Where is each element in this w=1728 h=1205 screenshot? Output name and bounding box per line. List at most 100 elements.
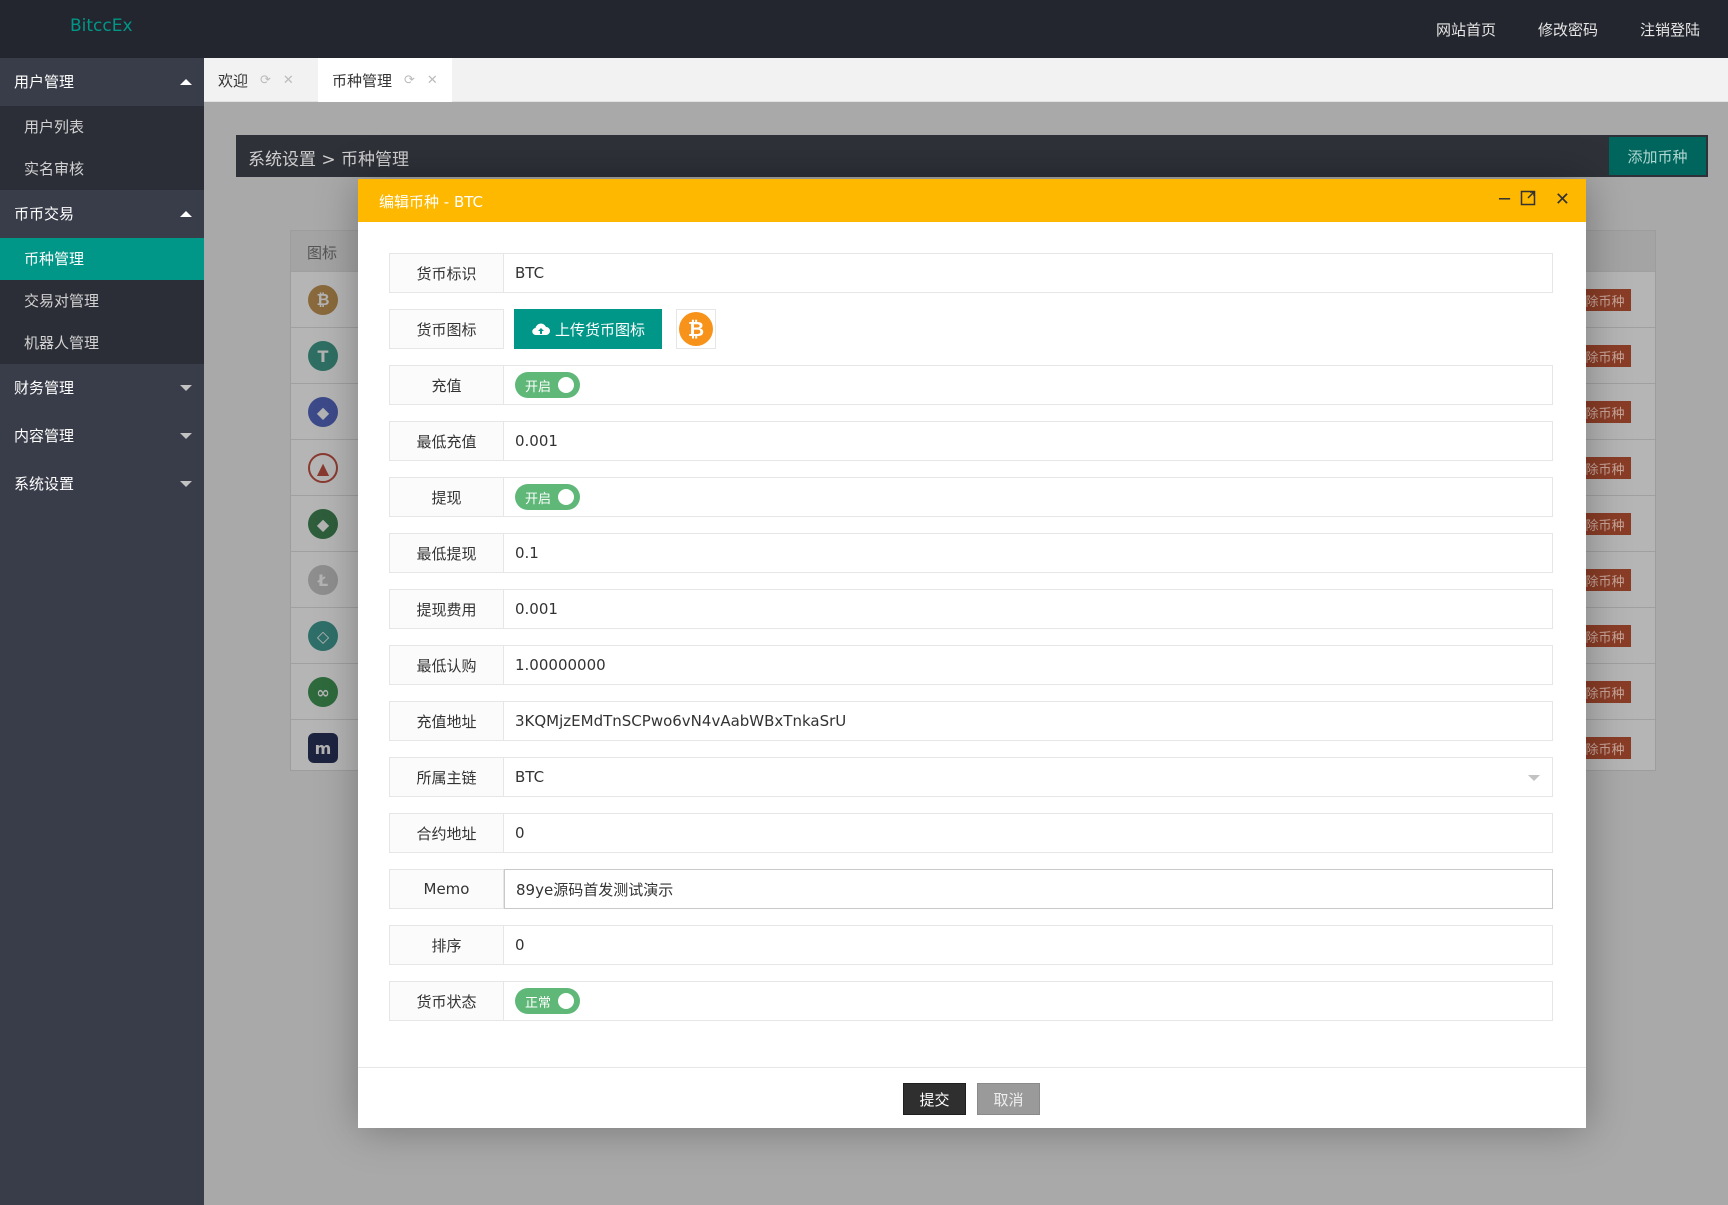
tab-welcome[interactable]: 欢迎 ⟳ ✕ [204,58,308,102]
form-row-min-subscribe: 最低认购 1.00000000 [389,645,1553,685]
delete-coin-button[interactable]: 除币种 [1579,513,1631,535]
form-row-symbol: 货币标识 BTC [389,253,1553,293]
form-row-recharge: 充值 开启 [389,365,1553,405]
form-row-withdraw: 提现 开启 [389,477,1553,517]
sidebar: 用户管理 用户列表 实名审核 币币交易 币种管理 交易对管理 机器人管理 财务管… [0,58,204,1205]
minimize-icon[interactable]: ─ [1499,189,1510,211]
delete-coin-button[interactable]: 除币种 [1579,289,1631,311]
toggle-knob [558,489,574,505]
field-label: 最低认购 [389,645,504,685]
recharge-address-input[interactable]: 3KQMjzEMdTnSCPwo6vN4vAabWBxTnkaSrU [504,701,1553,741]
coin-form: 货币标识 BTC 货币图标 上传货币图标 ₿ 充值 开启 最低充值 0.001 … [389,253,1553,1037]
nav-group-users: 用户管理 用户列表 实名审核 [0,58,204,190]
delete-coin-button[interactable]: 除币种 [1579,681,1631,703]
nav-group-trading-title[interactable]: 币币交易 [0,190,204,238]
tab-coin-management[interactable]: 币种管理 ⟳ ✕ [318,58,452,102]
main-chain-value: BTC [515,768,545,786]
recharge-toggle[interactable]: 开启 [515,372,580,398]
status-toggle[interactable]: 正常 [515,988,580,1014]
nav-logout-link[interactable]: 注销登陆 [1640,19,1700,40]
toggle-label: 正常 [525,995,552,1011]
caret-down-icon [180,433,192,439]
btc-icon: ₿ [308,285,338,315]
close-icon[interactable]: ✕ [1555,189,1570,211]
field-label: 提现 [389,477,504,517]
nav-change-password-link[interactable]: 修改密码 [1538,19,1598,40]
min-recharge-input[interactable]: 0.001 [504,421,1553,461]
nav-children: 币种管理 交易对管理 机器人管理 [0,238,204,364]
delete-coin-button[interactable]: 除币种 [1579,457,1631,479]
delete-coin-button[interactable]: 除币种 [1579,569,1631,591]
min-withdraw-input[interactable]: 0.1 [504,533,1553,573]
close-icon[interactable]: ✕ [283,73,294,88]
withdraw-fee-input[interactable]: 0.001 [504,589,1553,629]
field-label: 货币标识 [389,253,504,293]
delete-coin-button[interactable]: 除币种 [1579,737,1631,759]
cancel-button[interactable]: 取消 [977,1083,1040,1115]
app-logo[interactable]: BitccEx [70,16,133,36]
caret-down-icon [180,385,192,391]
nav-group-finance-title[interactable]: 财务管理 [0,364,204,412]
form-row-contract-address: 合约地址 0 [389,813,1553,853]
icon-field: 上传货币图标 ₿ [504,309,1553,349]
nav-group-label: 财务管理 [14,379,75,397]
form-row-sort: 排序 0 [389,925,1553,965]
nav-group-label: 内容管理 [14,427,75,445]
main-chain-select[interactable]: BTC [504,757,1553,797]
caret-up-icon [180,211,192,217]
symbol-input[interactable]: BTC [504,253,1553,293]
nav-group-settings: 系统设置 [0,460,204,508]
contract-address-input[interactable]: 0 [504,813,1553,853]
sidebar-item-user-list[interactable]: 用户列表 [0,106,204,148]
edit-coin-modal: 编辑币种 - BTC ─ ✕ 货币标识 BTC 货币图标 上传货币图标 ₿ 充值… [358,179,1586,1128]
submit-button[interactable]: 提交 [903,1083,966,1115]
sidebar-item-kyc[interactable]: 实名审核 [0,148,204,190]
delete-coin-button[interactable]: 除币种 [1579,401,1631,423]
link-coin-icon: ∞ [308,677,338,707]
status-field: 正常 [504,981,1553,1021]
refresh-icon[interactable]: ⟳ [260,73,271,88]
m-coin-icon: m [308,733,338,763]
nav-group-settings-title[interactable]: 系统设置 [0,460,204,508]
column-header-icon: 图标 [307,244,338,262]
sidebar-item-coin-management[interactable]: 币种管理 [0,238,204,280]
field-label: 最低充值 [389,421,504,461]
nav-home-link[interactable]: 网站首页 [1436,19,1496,40]
top-header: BitccEx 网站首页 修改密码 注销登陆 [0,0,1728,58]
top-nav: 网站首页 修改密码 注销登陆 [1436,0,1700,58]
coin-icon-preview: ₿ [676,309,716,349]
close-icon[interactable]: ✕ [427,73,438,88]
nav-group-label: 用户管理 [14,73,75,91]
red-coin-icon: ▲ [308,453,338,483]
withdraw-toggle[interactable]: 开启 [515,484,580,510]
modal-title: 编辑币种 - BTC [379,193,483,211]
nav-children: 用户列表 实名审核 [0,106,204,190]
cloud-upload-icon [532,323,550,336]
min-subscribe-input[interactable]: 1.00000000 [504,645,1553,685]
delete-coin-button[interactable]: 除币种 [1579,345,1631,367]
sidebar-item-pairs[interactable]: 交易对管理 [0,280,204,322]
modal-footer-divider [358,1067,1586,1068]
form-row-withdraw-fee: 提现费用 0.001 [389,589,1553,629]
chevron-down-icon [1528,775,1540,781]
maximize-icon[interactable] [1520,190,1536,212]
sort-input[interactable]: 0 [504,925,1553,965]
form-row-recharge-address: 充值地址 3KQMjzEMdTnSCPwo6vN4vAabWBxTnkaSrU [389,701,1553,741]
add-coin-button[interactable]: 添加币种 [1609,137,1706,175]
recharge-field: 开启 [504,365,1553,405]
form-row-min-withdraw: 最低提现 0.1 [389,533,1553,573]
field-label: 充值地址 [389,701,504,741]
upload-icon-button[interactable]: 上传货币图标 [514,309,662,349]
usdt-icon: T [308,341,338,371]
nav-group-users-title[interactable]: 用户管理 [0,58,204,106]
eth-icon: ◆ [308,397,338,427]
field-label: 所属主链 [389,757,504,797]
refresh-icon[interactable]: ⟳ [404,73,415,88]
field-label: 货币图标 [389,309,504,349]
btc-icon: ₿ [679,312,713,346]
nav-group-content-title[interactable]: 内容管理 [0,412,204,460]
sidebar-item-robots[interactable]: 机器人管理 [0,322,204,364]
delete-coin-button[interactable]: 除币种 [1579,625,1631,647]
nav-group-label: 系统设置 [14,475,75,493]
memo-input[interactable]: 89ye源码首发测试演示 [504,869,1553,909]
